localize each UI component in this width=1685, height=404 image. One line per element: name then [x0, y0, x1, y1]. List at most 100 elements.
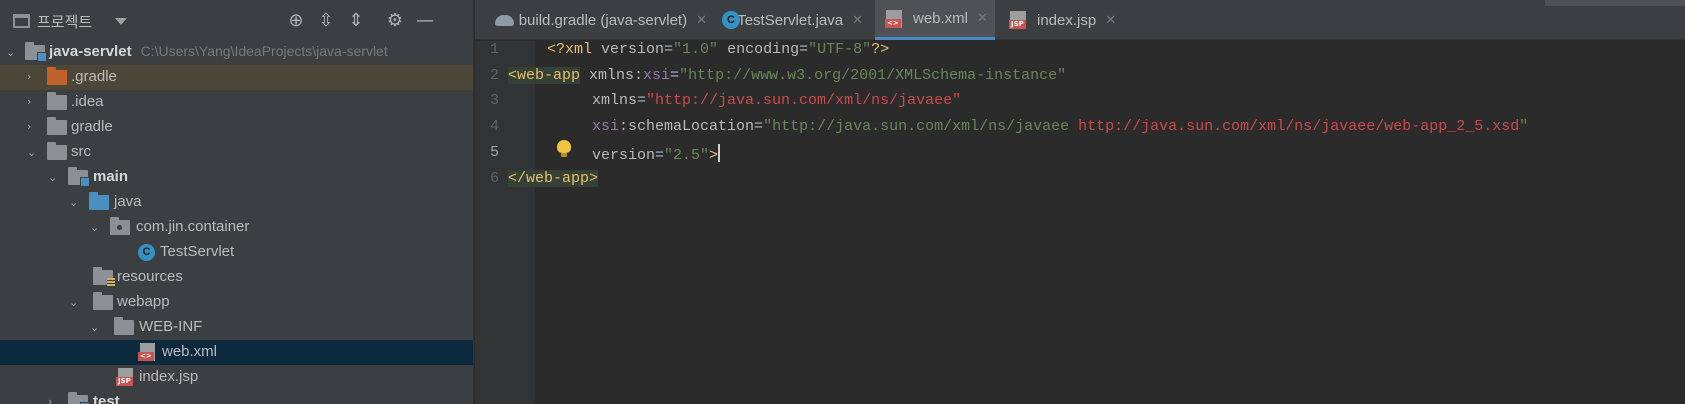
folder-icon [114, 317, 134, 335]
tree-item-gradle[interactable]: › gradle [0, 115, 473, 140]
project-panel-header: 프로젝트 ⊕ ⇳ ⇕ ⚙ — [0, 0, 473, 42]
tab-label: index.jsp [1037, 11, 1097, 29]
code-line-5: version="2.5"> [592, 144, 721, 164]
jsp-file-icon: JSP [116, 368, 133, 386]
close-icon[interactable]: ✕ [977, 11, 988, 26]
chevron-right-icon[interactable]: › [27, 121, 37, 132]
expand-all-icon[interactable]: ⇳ [316, 11, 336, 31]
gradle-icon [495, 11, 514, 29]
line-number: 4 [489, 118, 499, 135]
tree-item-label: java-servlet [49, 43, 132, 60]
module-folder-icon [25, 42, 47, 62]
tree-item-label: main [93, 168, 129, 185]
chevron-down-icon[interactable]: ⌄ [90, 322, 100, 333]
chevron-right-icon[interactable]: › [48, 396, 58, 404]
project-path: C:\Users\Yang\IdeaProjects\java-servlet [140, 43, 388, 59]
code-line-3: xmlns="http://java.sun.com/xml/ns/javaee… [592, 92, 962, 109]
tree-item-label: gradle [71, 118, 113, 135]
tree-item-java-servlet[interactable]: ⌄ java-servlet C:\Users\Yang\IdeaProjects… [0, 40, 473, 65]
tree-item-package[interactable]: ⌄ com.jin.container [0, 215, 473, 240]
package-icon [110, 217, 130, 235]
line-number: 2 [489, 67, 499, 84]
tree-item-label: resources [117, 268, 183, 285]
folder-icon [47, 92, 67, 110]
project-window-icon [13, 14, 30, 28]
xml-file-icon: <> [138, 343, 155, 361]
tree-item-label: index.jsp [139, 368, 199, 385]
tree-item-label: TestServlet [160, 243, 235, 260]
tab-label: build.gradle (java-servlet) [518, 11, 688, 29]
tree-item-test[interactable]: › test [0, 390, 473, 404]
tree-item-web-xml[interactable]: <> web.xml [0, 340, 473, 365]
tree-item-gradle-dir[interactable]: › .gradle [0, 65, 473, 90]
close-icon[interactable]: ✕ [1105, 13, 1116, 28]
chevron-down-icon[interactable] [115, 18, 127, 25]
tree-item-label: web.xml [162, 343, 218, 360]
code-line-2: <web-app xmlns:xsi="http://www.w3.org/20… [508, 67, 1067, 84]
line-number-current: 5 [489, 144, 499, 161]
chevron-down-icon[interactable]: ⌄ [69, 197, 79, 208]
tree-item-label: java [114, 193, 142, 210]
java-class-icon: C [721, 11, 740, 29]
tab-strip-edge [1545, 0, 1685, 6]
editor-gutter: 1 2 3 4 5 6 [475, 41, 541, 404]
chevron-right-icon[interactable]: › [27, 71, 37, 82]
line-number: 3 [489, 92, 499, 109]
text-caret [718, 144, 721, 162]
tab-index-jsp[interactable]: JSP index.jsp ✕ [1003, 0, 1118, 40]
code-line-4: xsi:schemaLocation="http://java.sun.com/… [592, 118, 1529, 135]
xml-file-icon: <> [885, 9, 905, 28]
java-class-icon: C [138, 244, 155, 261]
line-number: 1 [489, 41, 499, 58]
close-icon[interactable]: ✕ [696, 13, 707, 28]
crosshair-icon[interactable]: ⊕ [286, 11, 306, 31]
tree-item-label: WEB-INF [139, 318, 203, 335]
project-tool-window: 프로젝트 ⊕ ⇳ ⇕ ⚙ — ⌄ java-servlet C:\Users\Ya… [0, 0, 474, 404]
test-folder-icon [68, 392, 90, 404]
chevron-right-icon[interactable]: › [27, 96, 37, 107]
tree-item-label: .gradle [71, 68, 117, 85]
code-line-6: </web-app> [508, 170, 599, 187]
tab-label: web.xml [913, 10, 969, 27]
tree-item-label: webapp [117, 293, 170, 310]
chevron-down-icon[interactable]: ⌄ [69, 297, 79, 308]
tree-item-idea[interactable]: › .idea [0, 90, 473, 115]
chevron-down-icon[interactable]: ⌄ [90, 222, 100, 233]
tree-item-main[interactable]: ⌄ main [0, 165, 473, 190]
tree-item-resources[interactable]: resources [0, 265, 473, 290]
tree-item-webapp[interactable]: ⌄ webapp [0, 290, 473, 315]
resources-folder-icon [93, 267, 115, 287]
folder-icon [47, 142, 67, 160]
tree-item-java[interactable]: ⌄ java [0, 190, 473, 215]
tree-item-web-inf[interactable]: ⌄ WEB-INF [0, 315, 473, 340]
tree-item-label: .idea [71, 93, 104, 110]
tab-web-xml[interactable]: <> web.xml ✕ [875, 0, 995, 40]
line-number: 6 [489, 170, 499, 187]
tree-item-label: com.jin.container [136, 218, 250, 235]
folder-icon [47, 117, 67, 135]
chevron-down-icon[interactable]: ⌄ [6, 47, 16, 58]
tab-testservlet-java[interactable]: C TestServlet.java ✕ [713, 0, 863, 40]
intention-lightbulb-icon[interactable] [557, 140, 571, 158]
folder-icon [93, 292, 113, 310]
minimize-icon[interactable]: — [415, 11, 435, 31]
code-line-1: <?xml version="1.0" encoding="UTF-8"?> [547, 41, 890, 58]
chevron-down-icon[interactable]: ⌄ [48, 172, 58, 183]
code-editor[interactable]: 1 2 3 4 5 6 <?xml version="1.0" encoding… [475, 41, 1685, 404]
collapse-all-icon[interactable]: ⇕ [346, 11, 366, 31]
project-panel-title[interactable]: 프로젝트 [37, 11, 92, 32]
gear-icon[interactable]: ⚙ [385, 11, 405, 31]
tree-item-label: src [71, 143, 91, 160]
tree-item-index-jsp[interactable]: JSP index.jsp [0, 365, 473, 390]
tree-item-testservlet[interactable]: C TestServlet [0, 240, 473, 265]
tab-build-gradle[interactable]: build.gradle (java-servlet) ✕ [485, 0, 707, 40]
close-icon[interactable]: ✕ [852, 13, 863, 28]
chevron-down-icon[interactable]: ⌄ [27, 147, 37, 158]
source-folder-icon [89, 192, 109, 210]
jsp-file-icon: JSP [1009, 11, 1029, 29]
tree-item-label: test [93, 393, 120, 404]
editor-tab-bar: build.gradle (java-servlet) ✕ C TestServ… [475, 0, 1685, 40]
folder-icon [47, 67, 67, 85]
tab-label: TestServlet.java [737, 11, 844, 29]
tree-item-src[interactable]: ⌄ src [0, 140, 473, 165]
